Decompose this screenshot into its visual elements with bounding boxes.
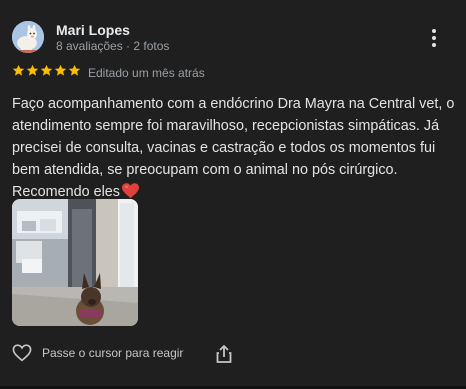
more-vert-icon-dot	[432, 36, 436, 40]
share-icon	[216, 345, 232, 363]
more-options-button[interactable]	[424, 28, 444, 48]
more-vert-icon	[432, 29, 436, 33]
heart-outline-icon	[12, 344, 32, 362]
edited-timestamp: Editado um mês atrás	[88, 66, 205, 80]
star-rating	[12, 64, 81, 78]
review-card: Mari Lopes 8 avaliações · 2 fotos Editad…	[0, 0, 466, 389]
star-icon	[26, 64, 39, 76]
star-icon	[12, 64, 25, 76]
star-icon	[68, 64, 81, 76]
star-icon	[40, 64, 53, 76]
react-button[interactable]: Passe o cursor para reagir	[12, 344, 183, 362]
review-text: Faço acompanhamento com a endócrino Dra …	[12, 93, 456, 203]
react-label: Passe o cursor para reagir	[42, 346, 184, 360]
review-text-body: Faço acompanhamento com a endócrino Dra …	[12, 96, 455, 200]
author-name[interactable]: Mari Lopes	[56, 22, 130, 38]
llama-avatar-icon	[12, 21, 44, 53]
heart-icon	[122, 183, 139, 199]
author-meta: 8 avaliações · 2 fotos	[56, 39, 170, 53]
share-button[interactable]	[214, 344, 234, 364]
author-avatar[interactable]	[12, 21, 44, 53]
more-vert-icon-dot	[432, 43, 436, 47]
star-icon	[54, 64, 67, 76]
review-photo-dog	[12, 199, 138, 326]
review-photo[interactable]	[12, 199, 138, 326]
